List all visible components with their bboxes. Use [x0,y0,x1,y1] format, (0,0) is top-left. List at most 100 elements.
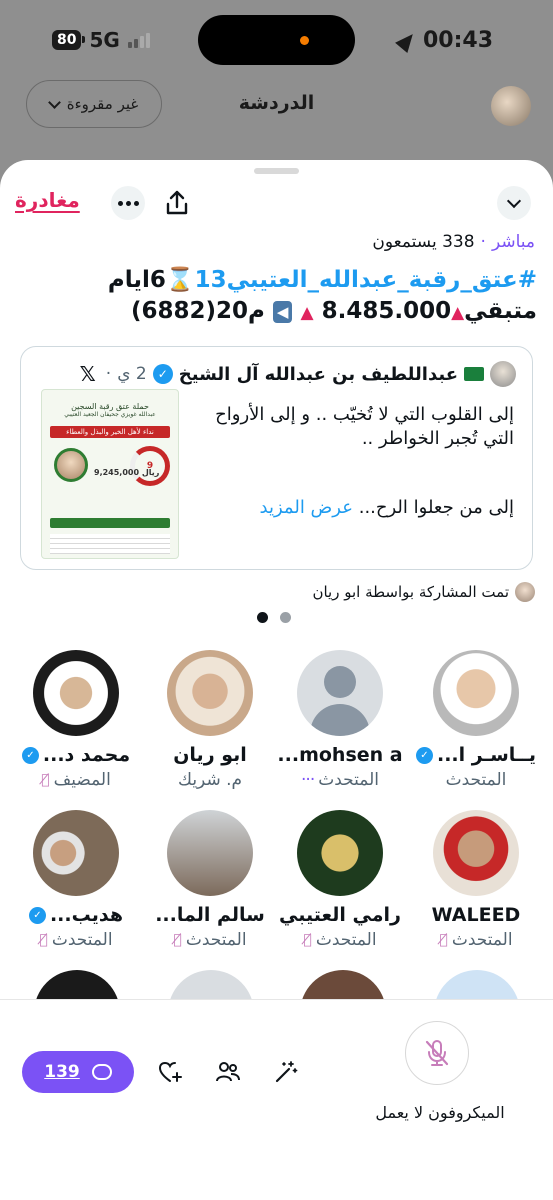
profile-avatar[interactable] [491,86,531,126]
status-bar: 80 5G 00:43 [0,0,553,80]
see-more-link[interactable]: عرض المزيد [260,497,353,518]
pager-dot-active [257,612,268,623]
participant-name: رامي العتيبي [279,904,401,926]
mic-off-icon [425,1040,449,1066]
participants-row-partial [0,970,553,1056]
participant-role: المضيف 🎙̸ [11,770,141,790]
heart-plus-icon [158,1061,182,1082]
chat-header: غير مقروءة الدردشة [0,80,553,140]
live-status: مباشر · 338 يستمعون [372,232,535,252]
mic-off-icon: 🎙̸ [41,772,50,788]
campaign-cta-bar [50,518,170,528]
sheet-drag-handle[interactable] [254,168,299,174]
participant-role: المتحدث 🎙̸ [275,930,405,950]
tweet-campaign-image[interactable]: حملة عتق رقبة السجين عبدالله غويزي جحيفا… [41,389,179,559]
live-label: مباشر [491,232,535,252]
verified-badge-icon: ✓ [28,906,46,924]
space-toolbar: مغادرة [0,184,553,224]
title-days: 6ايام [107,267,166,293]
people-icon [216,1062,240,1082]
pinned-tweet-card[interactable]: عبداللطيف بن عبدالله آل الشيخ ✓ 2 ي · 𝕏 … [20,346,533,570]
tweet-text-continued: إلى من جعلوا الرح... عرض المزيد [260,497,514,518]
comment-count: 139 [44,1062,80,1082]
comments-button[interactable]: 139 [22,1051,134,1093]
campaign-name: حملة عتق رقبة السجين [71,402,149,411]
mic-off-icon: 🎙̸ [303,932,312,948]
tweet-text-2: إلى من جعلوا الرح... [358,497,514,518]
tweet-author-name: عبداللطيف بن عبدالله آل الشيخ [178,363,458,385]
listener-count: 338 يستمعون [372,232,475,252]
participant-name-row: رامي العتيبي [275,904,405,926]
participant-role: المتحدث 🎙̸ [145,930,275,950]
participant-role: م. شريك [145,770,275,790]
role-label: المتحدث [445,770,507,790]
separator-dot: · [480,232,486,252]
share-icon [166,190,188,215]
hourglass-icon: ⌛ [165,267,195,293]
react-button[interactable] [155,1056,187,1088]
participant-name-row: سالم الما... [145,904,275,926]
participant[interactable]: رامي العتيبي المتحدث 🎙̸ [275,810,405,950]
verified-badge-icon: ✓ [415,746,433,764]
role-label: المتحدث [318,770,379,790]
participant-avatar [433,650,519,736]
shared-by-line: تمت المشاركة بواسطة ابو ريان [312,582,535,602]
default-avatar-body [310,704,370,736]
participant-avatar [167,810,253,896]
participant[interactable]: WALEED المتحدث 🎙̸ [411,810,541,950]
campaign-body: 9 9,245,000 ريال [42,438,178,518]
signal-icon [127,32,150,48]
collapse-button[interactable] [497,186,531,220]
verified-badge-icon: ✓ [21,746,39,764]
status-left: 80 5G [52,28,150,52]
mic-off-icon: 🎙̸ [39,932,48,948]
participant-role: المتحدث 🎙̸ [11,930,141,950]
participant-name-row: ابو ريان [145,744,275,766]
participant[interactable]: ابو ريان م. شريك [145,650,275,790]
location-arrow-icon [395,28,419,53]
tweet-time: 2 ي [117,364,147,384]
mic-off-icon: 🎙̸ [173,932,182,948]
chevron-down-icon [506,193,522,208]
participant[interactable]: mohsen a... المتحدث ··· [275,650,405,790]
remaining-amount: 9,245,000 ريال [94,468,159,477]
participant-name-row: mohsen a... [275,744,405,766]
title-remaining: متبقي [464,298,537,324]
title-hashtag[interactable]: #عتق_رقبة_عبدالله_العتيبي13 [195,267,537,293]
chat-bubble-icon [91,1064,112,1080]
camera-dot-icon [300,36,309,45]
participant-avatar [297,810,383,896]
red-triangle-icon: ▲ [451,303,465,323]
tweet-author-avatar [490,361,516,387]
pager-dots[interactable] [257,612,291,623]
participant-name: سالم الما... [155,904,265,926]
share-button[interactable] [160,186,194,220]
participant-avatar [33,810,119,896]
participant-name: محمد د... [42,744,131,766]
participant[interactable]: سالم الما... المتحدث 🎙̸ [145,810,275,950]
participant[interactable]: محمد د... ✓ المضيف 🎙̸ [11,650,141,790]
participant[interactable]: يــاسـر ا... ✓ المتحدث [411,650,541,790]
mic-status-label: الميكروفون لا يعمل [375,1103,505,1122]
leave-button[interactable]: مغادرة [15,188,80,212]
shared-by-text: تمت المشاركة بواسطة ابو ريان [312,583,509,601]
days-gauge: 9 [130,446,170,486]
effects-button[interactable] [270,1056,302,1088]
role-label: المتحدث [185,930,247,950]
network-label: 5G [89,28,120,52]
role-label: م. شريك [178,770,243,790]
participant[interactable]: هديب... ✓ المتحدث 🎙̸ [11,810,141,950]
saudi-flag-icon [464,367,484,381]
role-label: المتحدث [315,930,377,950]
microphone-button[interactable] [405,1021,469,1085]
magic-wand-icon [275,1061,298,1083]
participant-name-row: محمد د... ✓ [11,744,141,766]
space-title-line-2: متبقي▲8.485.000 ▲ ◀ م20(6882) [12,296,537,329]
sharer-avatar [515,582,535,602]
participants-button[interactable] [212,1056,244,1088]
campaign-title: حملة عتق رقبة السجين عبدالله غويزي جحيفا… [42,390,178,426]
more-options-button[interactable] [111,186,145,220]
space-sheet: مغادرة مباشر · 338 يستمعون #عتق_رقبة_عبد… [0,160,553,1200]
role-label: المتحدث [451,930,513,950]
participant-avatar [167,650,253,736]
